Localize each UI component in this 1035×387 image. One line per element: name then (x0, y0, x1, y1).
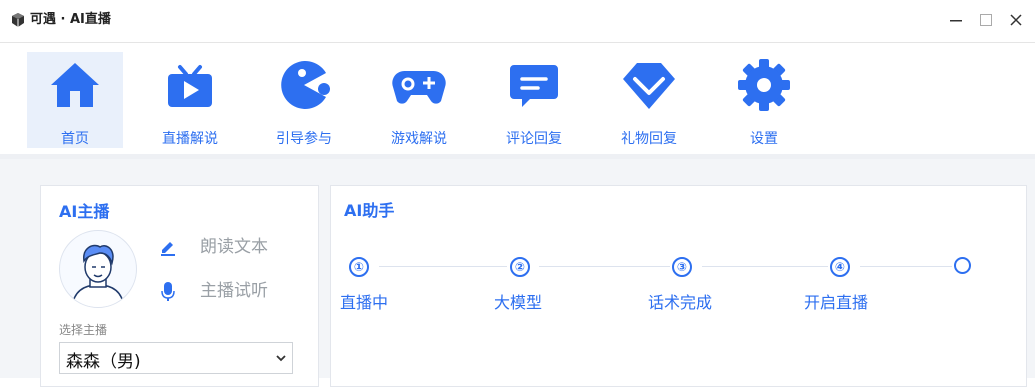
step-connector (860, 266, 952, 267)
select-anchor-label: 选择主播 (59, 323, 108, 337)
chevron-down-icon (276, 355, 286, 362)
window-title: 可遇 · AI直播 (30, 12, 111, 27)
step-2-label: 大模型 (494, 293, 543, 312)
step-4-label: 开启直播 (804, 293, 869, 312)
tab-settings-label: 设置 (750, 131, 778, 147)
step-connector (379, 266, 507, 267)
step-3-indicator: ③ (672, 257, 692, 277)
assistant-panel-title: AI助手 (344, 201, 395, 220)
read-text-button[interactable]: 朗读文本 (158, 235, 318, 259)
step-connector (539, 266, 670, 267)
gear-icon (738, 59, 790, 111)
tab-home[interactable]: 首页 (27, 52, 123, 148)
anchor-select-value: 森森（男) (66, 352, 141, 372)
anchor-preview-button[interactable]: 主播试听 (158, 279, 318, 303)
step-3-label: 话术完成 (648, 293, 713, 312)
tv-play-icon (168, 65, 212, 107)
microphone-icon (161, 282, 175, 301)
maximize-button[interactable] (973, 8, 999, 32)
tab-settings[interactable]: 设置 (716, 52, 812, 148)
tab-gift-reply-label: 礼物回复 (621, 131, 677, 147)
tab-comment-reply[interactable]: 评论回复 (486, 52, 582, 148)
step-5-indicator (954, 257, 971, 274)
read-text-label: 朗读文本 (200, 237, 268, 257)
minimize-button[interactable] (943, 8, 969, 32)
step-4-indicator: ④ (830, 257, 850, 277)
tab-comment-reply-label: 评论回复 (506, 131, 562, 147)
step-2-indicator: ② (510, 257, 530, 277)
tab-guide-participation[interactable]: 引导参与 (256, 52, 352, 148)
tab-live-commentary-label: 直播解说 (162, 131, 218, 147)
pacman-icon (281, 61, 330, 109)
tab-home-label: 首页 (61, 131, 89, 147)
app-logo-icon (12, 13, 24, 27)
maximize-icon (980, 14, 992, 26)
step-connector (702, 266, 828, 267)
assistant-panel (330, 185, 1027, 387)
anchor-preview-label: 主播试听 (200, 281, 268, 301)
step-1-label: 直播中 (340, 293, 389, 312)
gamepad-icon (392, 70, 446, 104)
tab-guide-participation-label: 引导参与 (276, 131, 332, 147)
close-icon (1010, 14, 1022, 26)
avatar (59, 230, 137, 308)
step-1-indicator: ① (349, 257, 369, 277)
tab-game-commentary[interactable]: 游戏解说 (371, 52, 467, 148)
avatar-illustration (71, 244, 125, 307)
anchor-select[interactable]: 森森（男) (59, 342, 293, 374)
tab-live-commentary[interactable]: 直播解说 (142, 52, 238, 148)
main-toolbar: 首页 直播解说 引导参与 游戏解说 评论回复 礼物回复 设置 (0, 43, 1035, 154)
tab-game-commentary-label: 游戏解说 (391, 131, 447, 147)
home-icon (51, 63, 99, 107)
minimize-icon (950, 20, 962, 22)
anchor-panel-title: AI主播 (59, 202, 110, 221)
title-bar: 可遇 · AI直播 (0, 0, 1035, 43)
gift-chevron-icon (623, 63, 675, 109)
pencil-icon (161, 242, 175, 256)
tab-gift-reply[interactable]: 礼物回复 (601, 52, 697, 148)
chat-bubble-icon (510, 65, 558, 107)
close-button[interactable] (1003, 8, 1029, 32)
